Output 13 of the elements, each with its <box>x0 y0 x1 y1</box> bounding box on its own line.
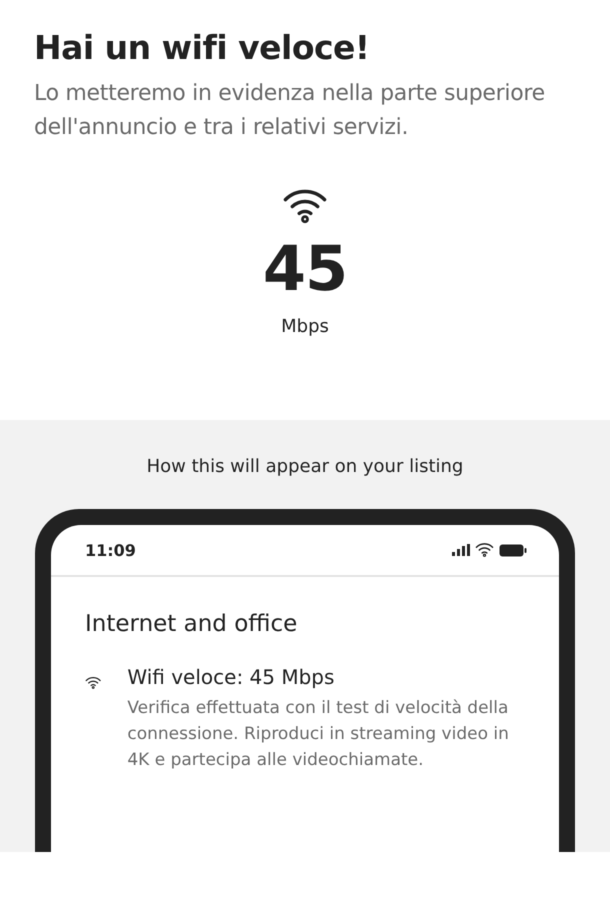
wifi-icon <box>282 187 328 224</box>
signal-icon <box>452 544 470 556</box>
preview-caption: How this will appear on your listing <box>146 456 464 477</box>
speed-value: 45 <box>262 238 348 300</box>
page-subtitle: Lo metteremo in evidenza nella parte superiore dell'annuncio e tra i relativi servizi. <box>34 80 546 142</box>
wifi-icon <box>475 542 494 558</box>
battery-icon <box>499 544 527 556</box>
status-time: 11:09 <box>85 540 136 560</box>
section-title: Internet and office <box>85 611 298 637</box>
amenity-description: Verifica effettuata con il test di velocità della connessione. Riproduci in streaming video in 4K e partecipa alle videochiamate. <box>127 697 510 772</box>
amenity-title: Wifi veloce: 45 Mbps <box>127 665 336 689</box>
page-title: Hai un wifi veloce! <box>34 28 370 67</box>
speed-unit: Mbps <box>281 316 329 337</box>
